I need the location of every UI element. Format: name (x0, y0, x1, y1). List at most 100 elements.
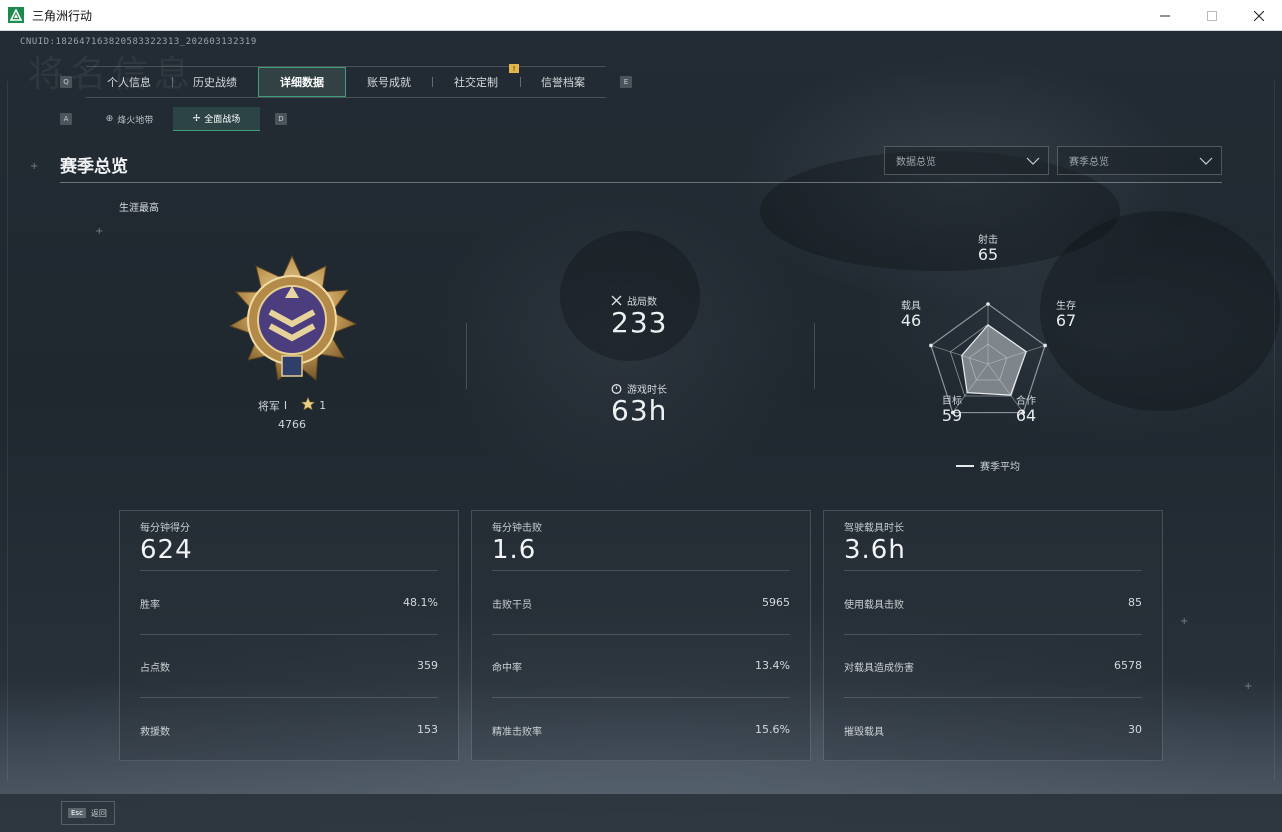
dropdown-value: 赛季总览 (1069, 157, 1109, 168)
stat-row: 救援数 153 (140, 723, 438, 738)
tab-label: 个人信息 (107, 76, 151, 89)
maximize-button[interactable] (1188, 0, 1235, 31)
tab-social-custom[interactable]: 社交定制 (432, 67, 520, 97)
maximize-icon (1206, 10, 1217, 21)
card-separator (492, 570, 790, 571)
radar-axis-label: 目标 (942, 396, 962, 407)
card-separator (492, 697, 790, 698)
bottom-bar: Esc 返回 (0, 794, 1282, 832)
chevron-down-icon (1199, 157, 1213, 165)
radar-axis-dot (929, 343, 933, 348)
subtab-label: 全面战场 (204, 115, 241, 125)
stat-row: 胜率 48.1% (140, 596, 438, 611)
row-value: 48.1% (403, 596, 438, 609)
rank-line: 将军 I 1 (200, 396, 384, 414)
row-value: 6578 (1114, 659, 1142, 672)
radar-axis-value: 65 (977, 245, 999, 264)
tab-label: 社交定制 (454, 76, 498, 89)
subtab-full-warfare[interactable]: ✢ 全面战场 (173, 107, 260, 131)
minimize-button[interactable] (1141, 0, 1188, 31)
edge-line-right (1274, 81, 1275, 781)
close-icon (1253, 10, 1264, 21)
card-separator (844, 570, 1142, 571)
chevron-down-icon (1026, 157, 1040, 165)
tab-personal-info[interactable]: 个人信息 (86, 67, 172, 97)
minimize-icon (1159, 15, 1170, 16)
esc-key-hint: Esc (68, 808, 86, 818)
radar-axis-label: 射击 (978, 235, 998, 246)
row-label: 摧毁载具 (844, 727, 884, 738)
radar-axis-value: 59 (941, 406, 963, 425)
sub-tabs: ⊕ 烽火地带 ✢ 全面战场 (86, 107, 260, 131)
radar-chart: 射击 65 生存 67 合作 64 目标 59 载具 46 (880, 226, 1080, 446)
stat-row: 精准击败率 15.6% (492, 723, 790, 738)
deco-plus: + (1180, 616, 1189, 627)
back-button[interactable]: Esc 返回 (61, 801, 115, 825)
stat-card-vehicle: 驾驶载具时长 3.6h 使用载具击败 85 对载具造成伤害 6578 摧毁载具 30 (823, 510, 1163, 761)
matches-value: 233 (611, 306, 668, 339)
row-label: 精准击败率 (492, 727, 542, 738)
row-label: 救援数 (140, 727, 170, 738)
close-button[interactable] (1235, 0, 1282, 31)
card-title: 每分钟得分 (140, 523, 190, 534)
career-best-label: 生涯最高 (119, 203, 159, 214)
row-value: 30 (1128, 723, 1142, 736)
card-separator (140, 697, 438, 698)
wings-icon: ✢ (192, 113, 201, 124)
tab-achievements[interactable]: 账号成就 (346, 67, 432, 97)
row-label: 使用载具击败 (844, 600, 904, 611)
rank-stars: 1 (319, 399, 327, 412)
key-hint-d: D (275, 113, 287, 125)
radar-axis-value: 64 (1015, 406, 1037, 425)
deco-plus: + (95, 226, 104, 237)
divider (466, 323, 467, 389)
star-icon (300, 396, 316, 414)
card-separator (844, 634, 1142, 635)
tab-detailed-data[interactable]: 详细数据 (258, 67, 346, 97)
timer-icon (611, 384, 622, 394)
radar-axis-value: 67 (1055, 311, 1077, 330)
card-title: 每分钟击败 (492, 523, 542, 534)
season-overview-dropdown[interactable]: 赛季总览 (1057, 146, 1222, 175)
card-title: 驾驶载具时长 (844, 523, 904, 534)
window-title: 三角洲行动 (32, 8, 93, 23)
tab-label: 历史战绩 (193, 76, 237, 89)
row-value: 85 (1128, 596, 1142, 609)
radar-axis-label: 合作 (1016, 396, 1036, 407)
stat-card-kills: 每分钟击败 1.6 击败干员 5965 命中率 13.4% 精准击败率 15.6% (471, 510, 811, 761)
data-overview-dropdown[interactable]: 数据总览 (884, 146, 1049, 175)
divider (814, 323, 815, 389)
app-logo-icon (8, 7, 24, 23)
stat-row: 对载具造成伤害 6578 (844, 659, 1142, 674)
radar-axis-dot (986, 302, 990, 306)
rank-tier: I (283, 399, 288, 412)
stat-card-score: 每分钟得分 624 胜率 48.1% 占点数 359 救援数 153 (119, 510, 459, 761)
dropdown-value: 数据总览 (896, 157, 936, 168)
row-value: 5965 (762, 596, 790, 609)
legend-label: 赛季平均 (980, 462, 1020, 473)
playtime-value: 63h (611, 394, 668, 427)
card-separator (492, 634, 790, 635)
key-hint-a: A (60, 113, 72, 125)
rank-score: 4766 (278, 418, 306, 431)
legend-line (956, 464, 974, 467)
deco-plus: + (30, 161, 39, 172)
card-separator (844, 697, 1142, 698)
stat-row: 摧毁载具 30 (844, 723, 1142, 738)
tab-label: 信誉档案 (541, 76, 585, 89)
stat-row: 占点数 359 (140, 659, 438, 674)
row-label: 命中率 (492, 663, 522, 674)
tab-credit-record[interactable]: 信誉档案 (520, 67, 606, 97)
tab-label: 账号成就 (367, 76, 411, 89)
radar-value-area (961, 324, 1027, 396)
card-separator (140, 570, 438, 571)
key-hint-e: E (620, 76, 632, 88)
radar-axis-label: 生存 (1056, 301, 1076, 312)
subtab-hazard-ops[interactable]: ⊕ 烽火地带 (86, 107, 173, 131)
tab-match-history[interactable]: 历史战绩 (172, 67, 258, 97)
deco-plus: + (1244, 681, 1253, 692)
crosshair-icon: ⊕ (105, 114, 114, 124)
radar-axis-value: 46 (900, 311, 922, 330)
game-viewport: + + + + 将名信息 CNUID:1826471638205833223​1… (0, 31, 1282, 832)
row-value: 153 (417, 723, 438, 736)
